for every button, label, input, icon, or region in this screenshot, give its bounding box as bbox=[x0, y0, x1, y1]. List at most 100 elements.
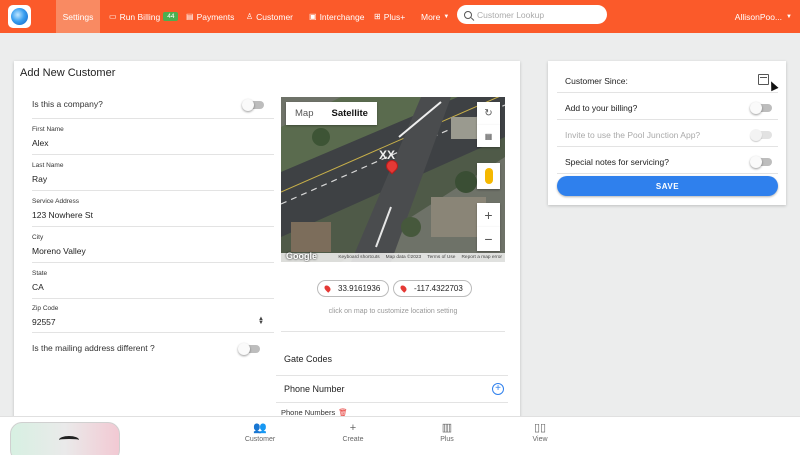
longitude-chip: -117.4322703 bbox=[393, 280, 472, 297]
zoom-out-icon[interactable]: − bbox=[477, 227, 500, 251]
state-field[interactable]: State CA bbox=[32, 265, 274, 299]
special-notes-toggle[interactable] bbox=[750, 156, 772, 168]
gate-codes-section[interactable]: Gate Codes bbox=[276, 348, 508, 376]
page-title: Add New Customer bbox=[20, 67, 116, 79]
special-notes-row: Special notes for servicing? bbox=[557, 148, 778, 174]
city-field[interactable]: City Moreno Valley bbox=[32, 229, 274, 263]
bottom-navigation-bar: 👥 Customer + Create ▥ Plus ▯▯ View bbox=[0, 416, 800, 455]
special-notes-label: Special notes for servicing? bbox=[565, 157, 669, 167]
invite-toggle[interactable] bbox=[750, 129, 772, 141]
bottom-nav-create-label: Create bbox=[342, 436, 364, 443]
receipt-icon: ▤ bbox=[186, 12, 194, 21]
search-placeholder: Customer Lookup bbox=[477, 9, 545, 20]
company-row: Is this a company? bbox=[32, 87, 274, 119]
chevron-down-icon: ▼ bbox=[786, 13, 792, 20]
service-address-field[interactable]: Service Address 123 Nowhere St bbox=[32, 193, 274, 227]
plus-icon: + bbox=[349, 422, 357, 434]
chevron-down-icon: ▼ bbox=[443, 13, 450, 20]
tray-icon: ▣ bbox=[309, 12, 317, 21]
terms-link[interactable]: Terms of Use bbox=[427, 255, 455, 260]
company-toggle[interactable] bbox=[242, 99, 264, 111]
report-error-link[interactable]: Report a map error bbox=[461, 255, 502, 260]
location-map[interactable]: XX Map Satellite ↻ ▦ + − Keyboard shortc… bbox=[281, 97, 505, 262]
bottom-nav-plus-label: Plus bbox=[440, 436, 454, 443]
nav-payments-label: Payments bbox=[196, 11, 235, 22]
top-navigation-bar: Settings ▭ Run Billing 44 ▤ Payments ♙ Custo… bbox=[0, 0, 800, 33]
first-name-label: First Name bbox=[32, 126, 64, 133]
app-logo[interactable] bbox=[8, 5, 31, 28]
street-view-pegman-icon[interactable] bbox=[477, 163, 500, 189]
keyboard-shortcuts-link[interactable]: Keyboard shortcuts bbox=[338, 255, 379, 260]
people-icon: 👥 bbox=[253, 422, 267, 434]
nav-settings[interactable]: Settings bbox=[56, 0, 100, 33]
last-name-field[interactable]: Last Name Ray bbox=[32, 157, 274, 191]
nav-settings-label: Settings bbox=[62, 11, 94, 22]
nav-run-billing[interactable]: ▭ Run Billing 44 bbox=[109, 0, 179, 33]
customer-since-row[interactable]: Customer Since: bbox=[557, 67, 778, 93]
nav-interchange[interactable]: ▣ Interchange bbox=[309, 0, 364, 33]
first-name-value: Alex bbox=[32, 138, 49, 148]
nav-customer-label: Customer bbox=[256, 11, 294, 22]
customer-lookup-search[interactable]: Customer Lookup bbox=[457, 5, 607, 24]
customer-options-card: Customer Since: Add to your billing? Inv… bbox=[548, 61, 786, 205]
city-label: City bbox=[32, 234, 44, 241]
chart-icon: ⊞ bbox=[374, 12, 381, 21]
pin-icon bbox=[399, 284, 408, 293]
mailing-address-row: Is the mailing address different ? bbox=[32, 335, 274, 363]
bottom-nav-customer[interactable]: 👥 Customer bbox=[230, 421, 290, 443]
first-name-field[interactable]: First Name Alex bbox=[32, 121, 274, 155]
service-address-label: Service Address bbox=[32, 198, 79, 205]
phone-notch bbox=[59, 436, 79, 444]
tab-map[interactable]: Map bbox=[286, 102, 322, 125]
mailing-toggle[interactable] bbox=[238, 343, 260, 355]
zoom-in-icon[interactable]: + bbox=[477, 203, 500, 227]
state-label: State bbox=[32, 270, 48, 277]
tab-satellite[interactable]: Satellite bbox=[322, 102, 376, 125]
customer-since-label: Customer Since: bbox=[565, 76, 628, 86]
person-add-icon: ♙ bbox=[246, 12, 254, 21]
nav-payments[interactable]: ▤ Payments bbox=[186, 0, 234, 33]
credit-card-icon: ▭ bbox=[109, 12, 117, 21]
phone-number-section: Phone Number + bbox=[276, 376, 508, 403]
invite-row: Invite to use the Pool Junction App? bbox=[557, 121, 778, 147]
map-hint: click on map to customize location setti… bbox=[328, 308, 458, 315]
bottom-nav-plus[interactable]: ▥ Plus bbox=[417, 421, 477, 443]
map-icon: ▥ bbox=[441, 422, 453, 434]
logo-icon bbox=[11, 8, 28, 25]
rotate-icon[interactable]: ↻ bbox=[477, 102, 500, 125]
add-billing-toggle[interactable] bbox=[750, 102, 772, 114]
gate-codes-label: Gate Codes bbox=[284, 354, 333, 364]
add-customer-card: Add New Customer Is this a company? Firs… bbox=[14, 61, 520, 421]
latitude-chip: 33.9161936 bbox=[317, 280, 390, 297]
add-phone-icon[interactable]: + bbox=[492, 383, 504, 395]
zip-code-field[interactable]: Zip Code 92557 ▲ ▼ bbox=[32, 301, 274, 333]
number-stepper-icon[interactable]: ▲ ▼ bbox=[258, 316, 264, 326]
divider bbox=[281, 331, 505, 332]
bottom-nav-view[interactable]: ▯▯ View bbox=[510, 421, 570, 443]
search-icon bbox=[464, 10, 472, 19]
user-menu[interactable]: AllisonPoo... ▼ bbox=[735, 0, 792, 33]
nav-more-label: More bbox=[421, 11, 441, 22]
city-value: Moreno Valley bbox=[32, 246, 86, 256]
add-billing-row: Add to your billing? bbox=[557, 94, 778, 120]
state-value: CA bbox=[32, 282, 44, 292]
tilt-icon[interactable]: ▦ bbox=[477, 125, 500, 147]
map-type-tabs: Map Satellite bbox=[286, 102, 377, 125]
user-name: AllisonPoo... bbox=[734, 11, 783, 22]
service-address-value: 123 Nowhere St bbox=[32, 210, 93, 220]
longitude-value: -117.4322703 bbox=[414, 284, 463, 293]
nav-more[interactable]: More ▼ bbox=[421, 0, 449, 33]
zip-code-label: Zip Code bbox=[32, 305, 59, 312]
bottom-nav-view-label: View bbox=[532, 436, 548, 443]
save-button[interactable]: SAVE bbox=[557, 176, 778, 196]
nav-plus-label: Plus+ bbox=[383, 11, 406, 22]
billing-count-badge: 44 bbox=[163, 12, 179, 21]
nav-plus[interactable]: ⊞ Plus+ bbox=[374, 0, 405, 33]
company-question: Is this a company? bbox=[32, 99, 103, 109]
bottom-nav-create[interactable]: + Create bbox=[323, 421, 383, 443]
last-name-label: Last Name bbox=[32, 162, 64, 169]
map-data-text: Map data ©2023 bbox=[385, 255, 422, 260]
bottom-nav-customer-label: Customer bbox=[244, 436, 276, 443]
nav-customer[interactable]: ♙ Customer bbox=[246, 0, 293, 33]
latitude-value: 33.9161936 bbox=[338, 284, 381, 293]
